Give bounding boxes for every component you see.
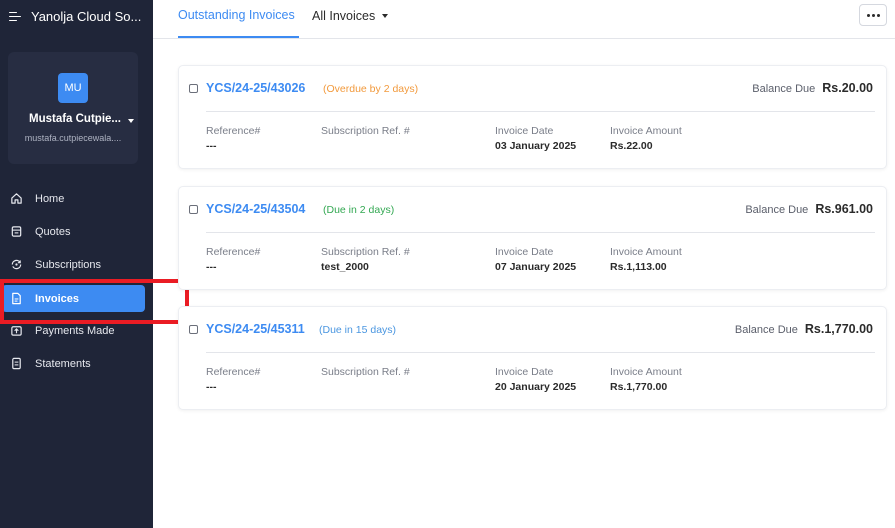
ellipsis-icon xyxy=(866,13,870,17)
reference-field: Reference# --- xyxy=(206,246,260,273)
avatar: MU xyxy=(58,73,88,103)
profile-name: Mustafa Cutpie... xyxy=(28,113,121,125)
sidebar-item-invoices[interactable]: Invoices xyxy=(2,285,145,312)
invoice-status: (Due in 2 days) xyxy=(323,204,395,216)
invoice-number-link[interactable]: YCS/24-25/43026 xyxy=(206,81,305,95)
invoice-filter-dropdown[interactable]: All Invoices xyxy=(312,9,389,23)
invoice-card[interactable]: YCS/24-25/43026 (Overdue by 2 days) Bala… xyxy=(178,65,887,169)
sidebar-item-label: Home xyxy=(35,192,65,205)
invoice-amount-field: Invoice Amount Rs.1,770.00 xyxy=(610,366,682,393)
invoice-amount-label: Invoice Amount xyxy=(610,366,682,378)
invoice-checkbox[interactable] xyxy=(189,325,198,334)
balance-due-label: Balance Due xyxy=(752,83,816,95)
hamburger-menu-icon[interactable] xyxy=(9,11,21,22)
sidebar-item-label: Payments Made xyxy=(35,324,115,337)
active-tab-indicator xyxy=(178,36,299,38)
subscription-ref-field: Subscription Ref. # test_2000 xyxy=(321,246,410,273)
reference-field: Reference# --- xyxy=(206,366,260,393)
subscription-ref-field: Subscription Ref. # xyxy=(321,125,410,140)
balance-due-amount: Rs.961.00 xyxy=(815,202,873,216)
invoice-date-value: 07 January 2025 xyxy=(495,261,577,273)
invoice-amount-field: Invoice Amount Rs.1,113.00 xyxy=(610,246,682,273)
sidebar-item-label: Statements xyxy=(35,357,91,370)
sidebar-item-quotes[interactable]: Quotes xyxy=(2,218,145,245)
invoice-date-field: Invoice Date 20 January 2025 xyxy=(495,366,576,393)
subscription-ref-label: Subscription Ref. # xyxy=(321,125,410,137)
invoice-date-label: Invoice Date xyxy=(495,246,554,258)
sidebar-item-label: Subscriptions xyxy=(35,258,102,271)
reference-field: Reference# --- xyxy=(206,125,260,152)
invoice-icon xyxy=(10,292,23,305)
balance-due: Balance Due Rs.961.00 xyxy=(745,202,873,216)
reference-value: --- xyxy=(206,381,217,393)
invoice-amount-value: Rs.1,770.00 xyxy=(610,381,668,393)
tab-outstanding-invoices[interactable]: Outstanding Invoices xyxy=(178,8,295,22)
invoice-date-label: Invoice Date xyxy=(495,366,554,378)
invoice-date-field: Invoice Date 07 January 2025 xyxy=(495,246,576,273)
divider xyxy=(206,232,875,233)
balance-due-amount: Rs.20.00 xyxy=(822,81,873,95)
sidebar-header: Yanolja Cloud So... xyxy=(0,0,153,33)
balance-due: Balance Due Rs.20.00 xyxy=(752,81,873,95)
subscription-ref-field: Subscription Ref. # xyxy=(321,366,410,381)
balance-due: Balance Due Rs.1,770.00 xyxy=(735,322,873,336)
subscription-ref-value: test_2000 xyxy=(321,261,369,273)
divider xyxy=(206,352,875,353)
invoice-checkbox[interactable] xyxy=(189,205,198,214)
invoice-amount-label: Invoice Amount xyxy=(610,125,682,137)
reference-value: --- xyxy=(206,140,217,152)
invoice-amount-value: Rs.22.00 xyxy=(610,140,653,152)
reference-label: Reference# xyxy=(206,366,261,378)
divider xyxy=(206,111,875,112)
subscriptions-icon xyxy=(10,258,23,271)
invoice-amount-label: Invoice Amount xyxy=(610,246,682,258)
reference-value: --- xyxy=(206,261,217,273)
org-name: Yanolja Cloud So... xyxy=(31,9,142,24)
quotes-icon xyxy=(10,225,23,238)
invoice-amount-field: Invoice Amount Rs.22.00 xyxy=(610,125,682,152)
invoice-number-link[interactable]: YCS/24-25/43504 xyxy=(206,202,305,216)
invoice-date-field: Invoice Date 03 January 2025 xyxy=(495,125,576,152)
invoice-checkbox[interactable] xyxy=(189,84,198,93)
profile-email: mustafa.cutpiecewala.... xyxy=(24,133,122,143)
invoice-status: (Overdue by 2 days) xyxy=(323,83,419,95)
home-icon xyxy=(10,192,23,205)
sidebar-item-payments-made[interactable]: Payments Made xyxy=(2,317,145,344)
invoice-date-value: 03 January 2025 xyxy=(495,140,577,152)
sidebar: Yanolja Cloud So... MU Mustafa Cutpie...… xyxy=(0,0,153,528)
invoice-card[interactable]: YCS/24-25/45311 (Due in 15 days) Balance… xyxy=(178,306,887,410)
invoice-card[interactable]: YCS/24-25/43504 (Due in 2 days) Balance … xyxy=(178,186,887,290)
sidebar-item-subscriptions[interactable]: Subscriptions xyxy=(2,251,145,278)
chevron-down-icon xyxy=(382,14,389,18)
invoice-amount-value: Rs.1,113.00 xyxy=(610,261,667,273)
balance-due-label: Balance Due xyxy=(745,204,809,216)
chevron-down-icon[interactable] xyxy=(128,119,134,123)
top-bar: Outstanding Invoices All Invoices xyxy=(153,0,895,39)
sidebar-item-statements[interactable]: Statements xyxy=(2,350,145,377)
subscription-ref-label: Subscription Ref. # xyxy=(321,246,410,258)
profile-card[interactable]: MU Mustafa Cutpie... mustafa.cutpiecewal… xyxy=(8,52,138,164)
invoice-date-value: 20 January 2025 xyxy=(495,381,577,393)
statements-icon xyxy=(10,357,23,370)
sidebar-item-label: Invoices xyxy=(35,292,80,305)
reference-label: Reference# xyxy=(206,246,261,258)
subscription-ref-label: Subscription Ref. # xyxy=(321,366,410,378)
balance-due-amount: Rs.1,770.00 xyxy=(804,322,873,336)
reference-label: Reference# xyxy=(206,125,261,137)
invoice-filter-label: All Invoices xyxy=(312,9,376,23)
balance-due-label: Balance Due xyxy=(734,324,798,336)
invoice-status: (Due in 15 days) xyxy=(319,324,397,336)
more-options-button[interactable] xyxy=(859,4,887,26)
payments-icon xyxy=(10,324,23,337)
sidebar-item-label: Quotes xyxy=(35,225,71,238)
invoice-date-label: Invoice Date xyxy=(495,125,554,137)
sidebar-item-home[interactable]: Home xyxy=(2,185,145,212)
invoice-number-link[interactable]: YCS/24-25/45311 xyxy=(206,322,305,336)
